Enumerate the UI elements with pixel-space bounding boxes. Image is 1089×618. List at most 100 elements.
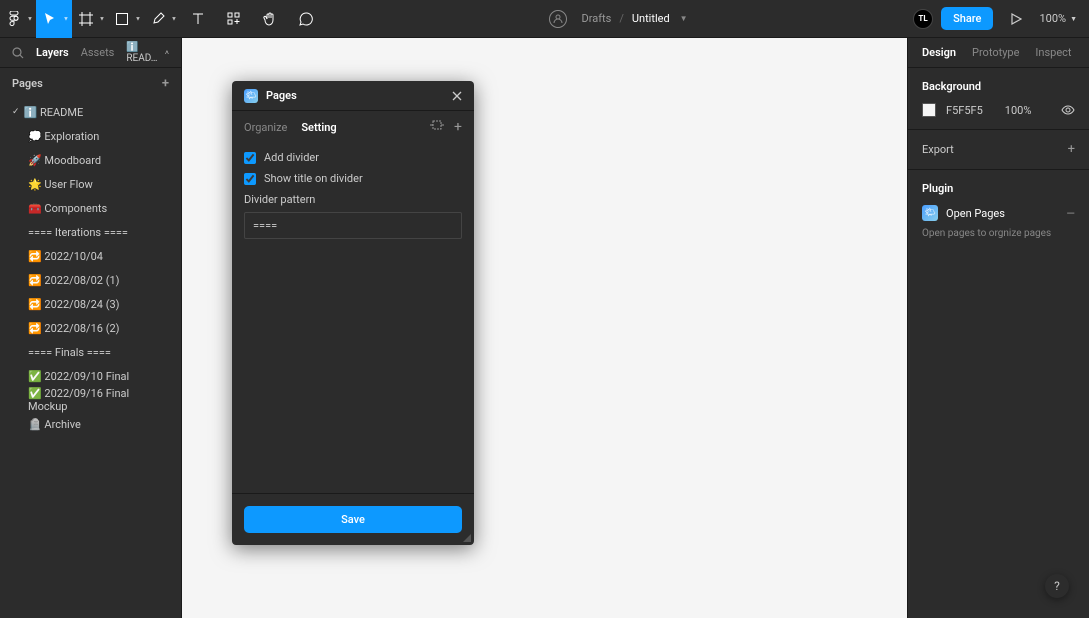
add-divider-label: Add divider [264, 151, 319, 164]
present-button[interactable] [1001, 0, 1031, 38]
modal-header[interactable]: 🌤 Pages [232, 81, 474, 111]
page-item[interactable]: 🔁 2022/08/24 (3) [0, 292, 181, 316]
plugin-name: Open Pages [946, 207, 1005, 220]
menu-button[interactable]: ▼ [0, 0, 36, 38]
chevron-down-icon: ▼ [1070, 15, 1077, 23]
fit-icon[interactable] [430, 119, 444, 135]
page-selector-label: ℹ️ READ… [126, 42, 161, 64]
page-item[interactable]: 🧰 Components [0, 196, 181, 220]
comment-tool-button[interactable] [288, 0, 324, 38]
show-title-checkbox-row[interactable]: Show title on divider [244, 172, 462, 185]
pages-label: Pages [12, 77, 43, 90]
pages-list: ℹ️ README💭 Exploration🚀 Moodboard🌟 User … [0, 98, 181, 618]
close-button[interactable] [452, 91, 462, 101]
page-item[interactable]: 💭 Exploration [0, 124, 181, 148]
tab-assets[interactable]: Assets [81, 46, 115, 59]
page-item[interactable]: ==== Iterations ==== [0, 220, 181, 244]
background-color-row[interactable]: F5F5F5 100% [922, 103, 1075, 117]
main-toolbar: ▼ ▼ ▼ ▼ ▼ [0, 0, 1089, 38]
show-title-checkbox[interactable] [244, 173, 256, 185]
color-swatch[interactable] [922, 103, 936, 117]
breadcrumb-parent[interactable]: Drafts [581, 12, 611, 25]
add-divider-checkbox[interactable] [244, 152, 256, 164]
add-export-button[interactable]: + [1068, 142, 1075, 157]
hand-icon [263, 12, 277, 26]
owner-avatar[interactable] [549, 10, 567, 28]
tab-design[interactable]: Design [922, 46, 956, 59]
plugin-description: Open pages to orgnize pages [922, 227, 1075, 241]
pages-plugin-modal: 🌤 Pages Organize Setting + Add divider S… [232, 81, 474, 545]
figma-logo-icon [8, 11, 20, 27]
avatar-badge[interactable]: TL [913, 9, 933, 29]
user-icon [553, 14, 563, 24]
page-item[interactable]: ✅ 2022/09/16 Final Mockup [0, 388, 181, 412]
frame-icon [79, 12, 93, 26]
plugin-icon: 🌤 [244, 89, 258, 103]
resize-handle[interactable] [462, 533, 472, 543]
hand-tool-button[interactable] [252, 0, 288, 38]
zoom-dropdown[interactable]: 100% ▼ [1039, 12, 1077, 25]
export-section: Export + [908, 130, 1089, 170]
help-button[interactable]: ? [1045, 574, 1069, 598]
add-divider-checkbox-row[interactable]: Add divider [244, 151, 462, 164]
toolbar-left: ▼ ▼ ▼ ▼ ▼ [0, 0, 324, 37]
page-item[interactable]: ==== Finals ==== [0, 340, 181, 364]
show-title-label: Show title on divider [264, 172, 363, 185]
page-selector-chip[interactable]: ℹ️ READ… ˄ [126, 42, 169, 64]
tab-setting[interactable]: Setting [301, 121, 336, 134]
chevron-down-icon: ▼ [63, 15, 69, 22]
tab-inspect[interactable]: Inspect [1035, 46, 1071, 59]
export-title: Export [922, 143, 954, 156]
frame-tool-button[interactable]: ▼ [72, 0, 108, 38]
play-icon [1011, 13, 1022, 25]
chevron-down-icon: ▼ [135, 15, 141, 22]
resources-button[interactable] [216, 0, 252, 38]
pen-icon [152, 12, 165, 25]
rectangle-icon [116, 13, 128, 25]
zoom-value: 100% [1039, 12, 1066, 25]
add-page-button[interactable]: + [162, 76, 169, 91]
text-icon [192, 13, 204, 25]
chevron-down-icon: ▼ [171, 15, 177, 22]
tab-prototype[interactable]: Prototype [972, 46, 1019, 59]
move-tool-button[interactable]: ▼ [36, 0, 72, 38]
comment-icon [299, 12, 313, 26]
page-item[interactable]: 🔁 2022/10/04 [0, 244, 181, 268]
page-item[interactable]: 🔁 2022/08/02 (1) [0, 268, 181, 292]
chevron-up-icon: ˄ [165, 49, 169, 57]
breadcrumb-file[interactable]: Untitled [632, 12, 670, 25]
modal-body: Add divider Show title on divider Divide… [232, 143, 474, 493]
pages-section-header: Pages + [0, 68, 181, 98]
modal-footer: Save [232, 493, 474, 545]
collapse-plugin-button[interactable]: — [1066, 207, 1075, 220]
plugin-title: Plugin [922, 182, 1075, 195]
page-item[interactable]: 🌟 User Flow [0, 172, 181, 196]
search-icon[interactable] [12, 47, 24, 59]
divider-pattern-input[interactable] [244, 212, 462, 239]
chevron-down-icon[interactable]: ▼ [680, 14, 688, 23]
page-item[interactable]: ℹ️ README [0, 100, 181, 124]
pen-tool-button[interactable]: ▼ [144, 0, 180, 38]
color-opacity[interactable]: 100% [1005, 104, 1032, 117]
plugin-row[interactable]: 🌤 Open Pages — [922, 205, 1075, 221]
text-tool-button[interactable] [180, 0, 216, 38]
breadcrumb: Drafts / Untitled ▼ [549, 10, 687, 28]
eye-icon[interactable] [1061, 105, 1075, 115]
save-button[interactable]: Save [244, 506, 462, 533]
chevron-down-icon: ▼ [99, 15, 105, 22]
page-item[interactable]: 🪦 Archive [0, 412, 181, 436]
background-title: Background [922, 80, 1075, 93]
tab-organize[interactable]: Organize [244, 121, 287, 134]
left-panel: Layers Assets ℹ️ READ… ˄ Pages + ℹ️ READ… [0, 38, 182, 618]
chevron-down-icon: ▼ [27, 15, 33, 22]
shape-tool-button[interactable]: ▼ [108, 0, 144, 38]
color-hex[interactable]: F5F5F5 [946, 104, 983, 117]
right-panel: Design Prototype Inspect Background F5F5… [907, 38, 1089, 618]
page-item[interactable]: 🔁 2022/08/16 (2) [0, 316, 181, 340]
add-button[interactable]: + [454, 119, 462, 135]
page-item[interactable]: ✅ 2022/09/10 Final [0, 364, 181, 388]
page-item[interactable]: 🚀 Moodboard [0, 148, 181, 172]
tab-layers[interactable]: Layers [36, 46, 69, 59]
plugin-section: Plugin 🌤 Open Pages — Open pages to orgn… [908, 170, 1089, 253]
share-button[interactable]: Share [941, 7, 993, 30]
